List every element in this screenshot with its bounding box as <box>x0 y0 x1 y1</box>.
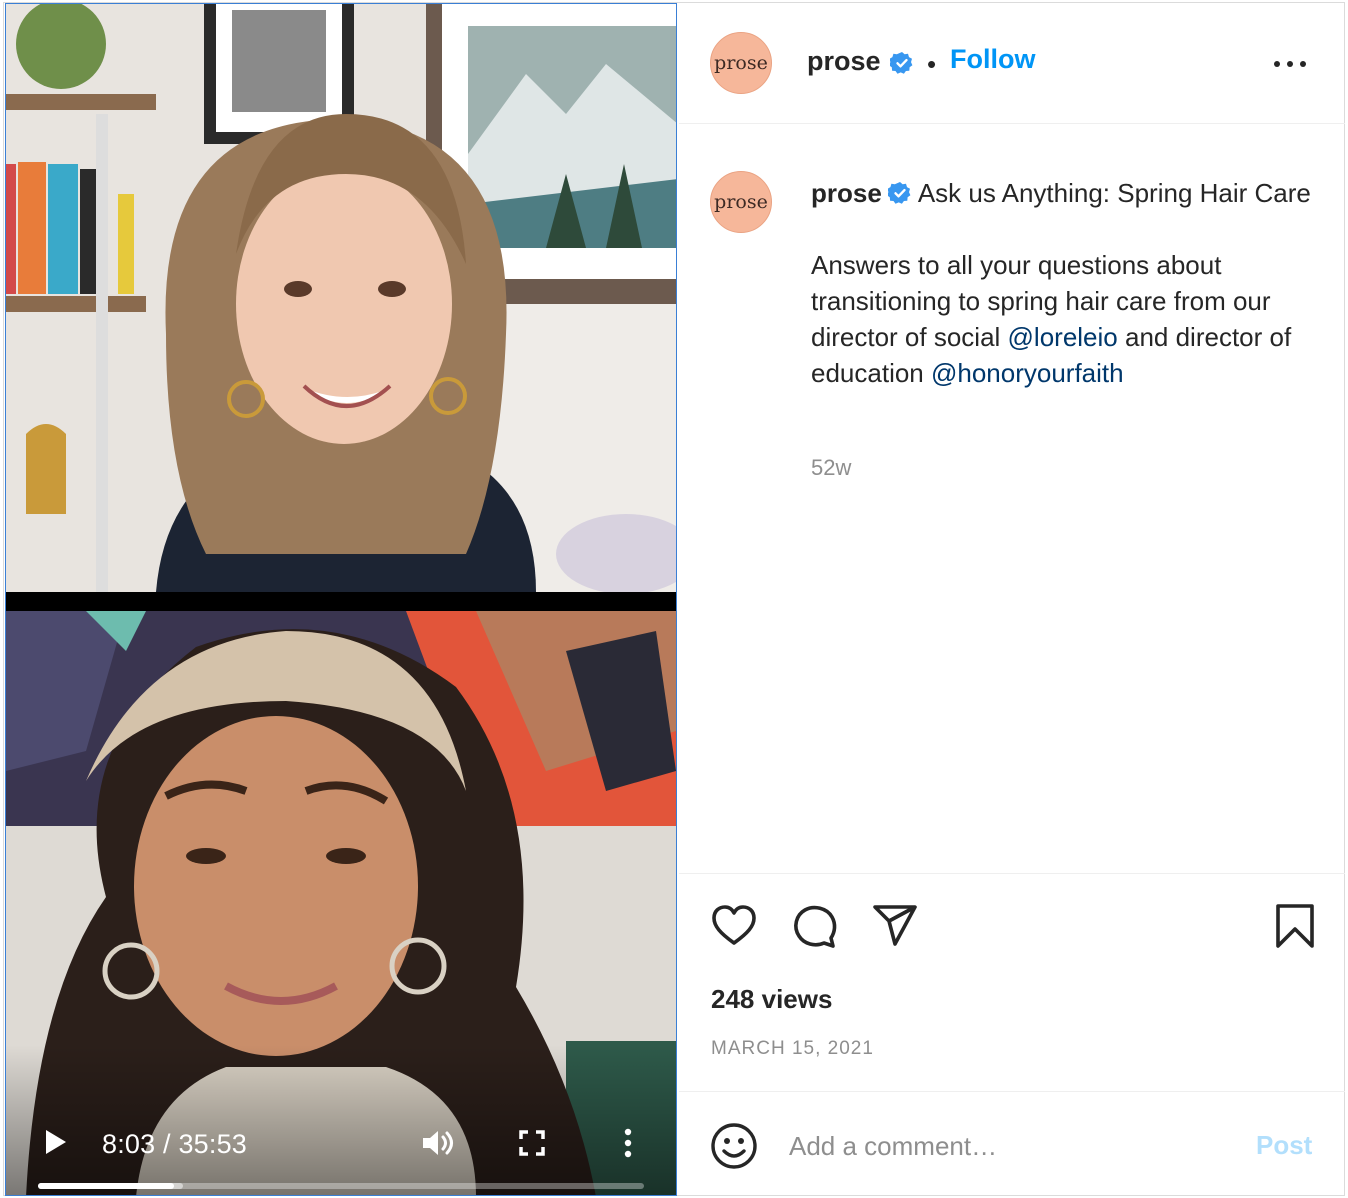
verified-icon <box>887 182 911 204</box>
header-separator: • <box>927 49 937 79</box>
comment-bar: Post <box>679 1091 1345 1196</box>
post-details-panel: prose prose • Follow prose prose Ask us … <box>679 3 1345 1196</box>
caption-username[interactable]: prose <box>811 178 882 208</box>
emoji-icon[interactable] <box>710 1122 758 1170</box>
caption-timestamp[interactable]: 52w <box>811 455 851 481</box>
mention-link[interactable]: @loreleio <box>1008 322 1118 352</box>
post-date: MARCH 15, 2021 <box>711 1038 874 1059</box>
comment-icon[interactable] <box>791 902 839 950</box>
post-actions: 248 views MARCH 15, 2021 <box>679 873 1345 1091</box>
comment-input[interactable] <box>789 1125 1229 1167</box>
share-icon[interactable] <box>871 902 919 950</box>
video-time-display: 8:03 / 35:53 <box>102 1129 248 1159</box>
mention-link[interactable]: @honoryourfaith <box>931 358 1124 388</box>
more-horizontal-icon[interactable] <box>1273 59 1307 69</box>
video-frame-top-image <box>6 4 676 592</box>
video-progress-played <box>38 1183 174 1189</box>
avatar[interactable]: prose <box>710 32 772 94</box>
caption-title: Ask us Anything: Spring Hair Care <box>917 178 1311 208</box>
view-count[interactable]: 248 views <box>711 984 832 1015</box>
more-vertical-icon[interactable] <box>618 1127 638 1159</box>
header-username[interactable]: prose <box>807 46 881 77</box>
post-comment-button[interactable]: Post <box>1256 1130 1312 1161</box>
verified-icon <box>890 52 913 74</box>
volume-icon[interactable] <box>420 1127 456 1159</box>
post-header: prose prose • Follow <box>679 3 1345 124</box>
bookmark-icon[interactable] <box>1271 902 1319 950</box>
fullscreen-icon[interactable] <box>518 1129 546 1157</box>
caption-avatar-text: prose <box>714 191 768 213</box>
avatar-text: prose <box>714 52 768 74</box>
caption-avatar[interactable]: prose <box>710 171 772 233</box>
heart-icon[interactable] <box>710 902 758 950</box>
video-controls: 8:03 / 35:53 <box>6 1045 676 1195</box>
video-player[interactable]: 8:03 / 35:53 <box>5 3 677 1196</box>
video-progress-bar[interactable] <box>38 1183 644 1189</box>
play-icon[interactable] <box>42 1127 68 1157</box>
video-feed-top <box>6 4 676 592</box>
follow-button[interactable]: Follow <box>950 44 1035 75</box>
caption-area: prose prose Ask us Anything: Spring Hair… <box>679 125 1345 873</box>
caption-text: prose Ask us Anything: Spring Hair Care A… <box>811 175 1321 391</box>
